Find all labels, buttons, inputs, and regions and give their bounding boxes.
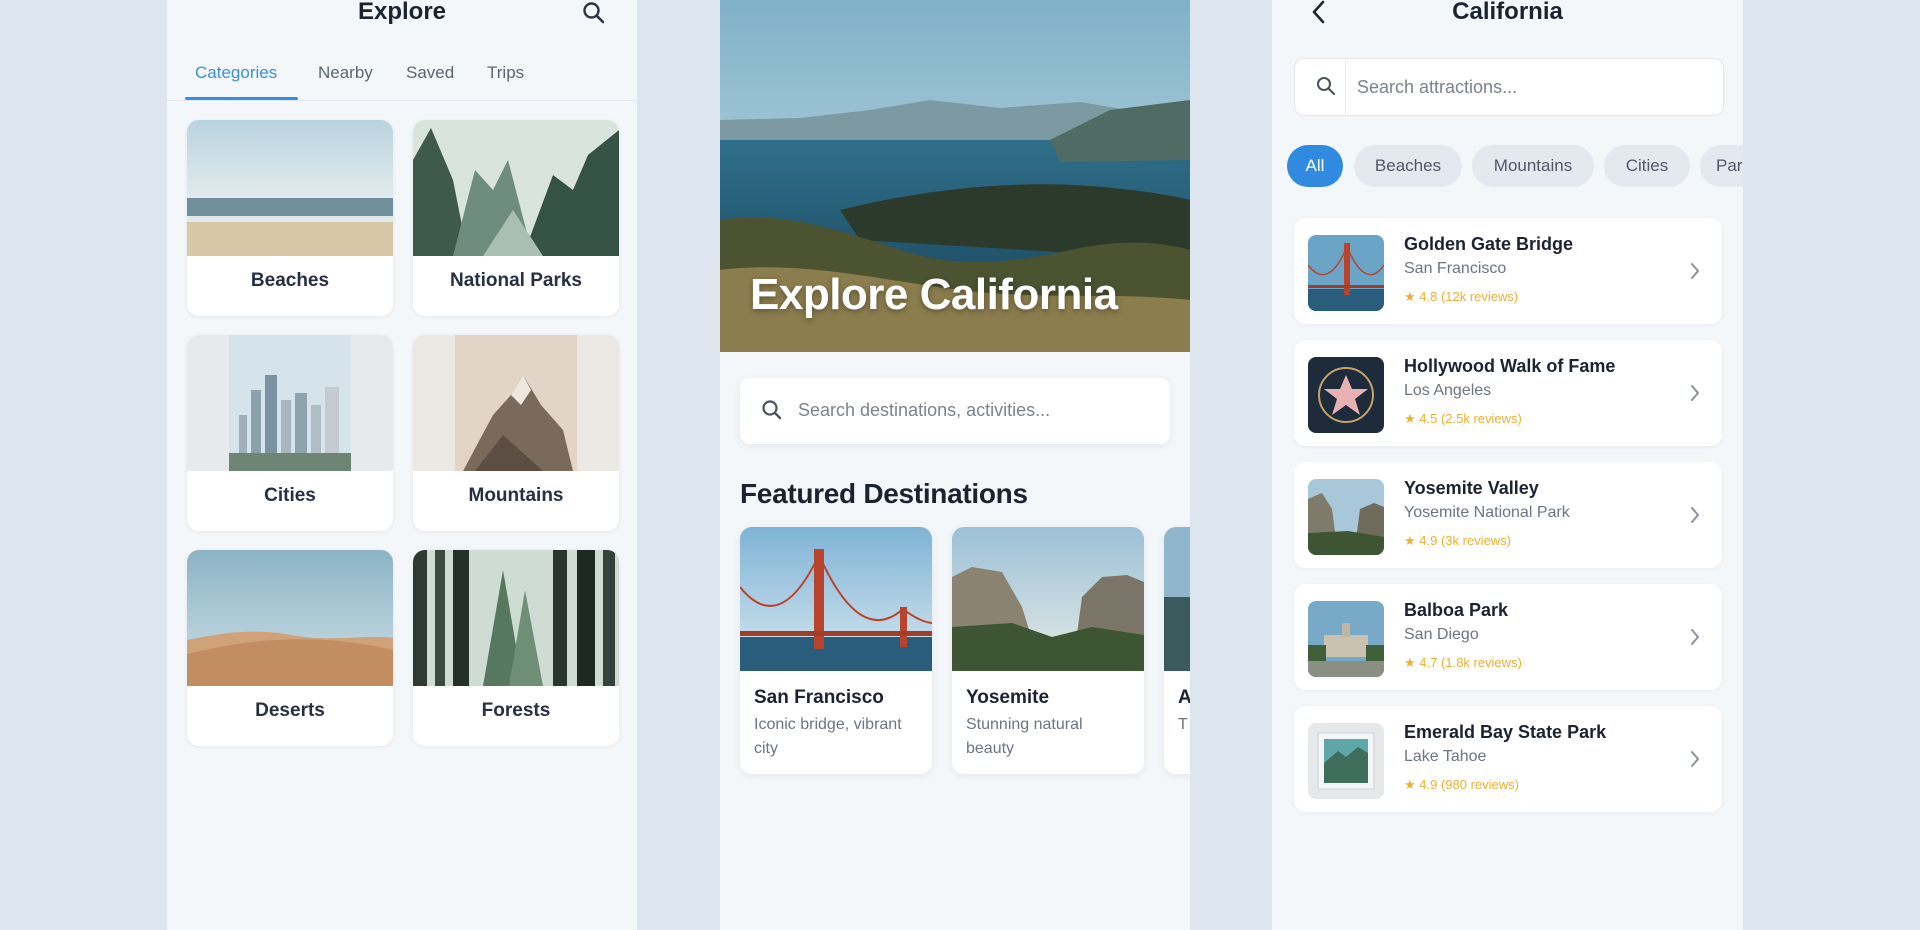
- search-icon[interactable]: [581, 0, 607, 26]
- cities-image: [187, 335, 393, 471]
- attraction-location: San Francisco: [1404, 260, 1507, 277]
- category-label: Forests: [481, 700, 551, 721]
- attraction-name: Hollywood Walk of Fame: [1404, 356, 1616, 376]
- category-card-beaches[interactable]: Beaches: [187, 120, 393, 316]
- destination-description: Stunning natural beauty: [966, 716, 1083, 757]
- attraction-rating: ★ 4.9 (980 reviews): [1404, 777, 1519, 792]
- golden-gate-image: [740, 527, 932, 671]
- attraction-rating: ★ 4.8 (12k reviews): [1404, 289, 1519, 304]
- emerald-bay-thumbnail: [1308, 723, 1384, 799]
- attraction-name: Balboa Park: [1404, 600, 1509, 620]
- filter-chip-beaches[interactable]: Beaches: [1354, 145, 1462, 187]
- category-card-forests[interactable]: Forests: [413, 550, 619, 746]
- destination-name: San Francisco: [754, 687, 884, 708]
- attraction-item-yosemite-valley[interactable]: Yosemite Valley Yosemite National Park ★…: [1294, 462, 1722, 568]
- attraction-location: San Diego: [1404, 626, 1479, 643]
- region-screen: California Search attractions... All Bea…: [1272, 0, 1743, 930]
- attraction-rating: ★ 4.9 (3k reviews): [1404, 533, 1512, 548]
- category-card-mountains[interactable]: Mountains: [413, 335, 619, 531]
- explore-screen: Explore Categories Nearby Saved Trips Be…: [167, 0, 637, 930]
- attraction-item-emerald-bay[interactable]: Emerald Bay State Park Lake Tahoe ★ 4.9 …: [1294, 706, 1722, 812]
- attraction-item-balboa-park[interactable]: Balboa Park San Diego ★ 4.7 (1.8k review…: [1294, 584, 1722, 690]
- attraction-location: Los Angeles: [1404, 382, 1492, 399]
- attraction-name: Golden Gate Bridge: [1404, 234, 1574, 254]
- chevron-right-icon: [1691, 507, 1699, 523]
- category-label: Mountains: [468, 485, 564, 506]
- forests-image: [413, 550, 619, 686]
- search-placeholder: Search attractions...: [1357, 77, 1518, 97]
- beach-image: [187, 120, 393, 256]
- filter-chip-all[interactable]: All: [1287, 145, 1343, 187]
- tab-nearby[interactable]: Nearby: [318, 63, 373, 83]
- hero-banner: Explore California: [720, 0, 1190, 352]
- tab-trips[interactable]: Trips: [487, 63, 524, 83]
- destination-card-partial[interactable]: A T a: [1164, 527, 1190, 774]
- hollywood-star-thumbnail: [1308, 357, 1384, 433]
- destination-description: Iconic bridge, vibrant city: [754, 716, 902, 757]
- section-title: Featured Destinations: [740, 478, 1028, 509]
- destination-search-input[interactable]: Search destinations, activities...: [740, 378, 1170, 444]
- attraction-item-hollywood[interactable]: Hollywood Walk of Fame Los Angeles ★ 4.5…: [1294, 340, 1722, 446]
- tab-categories[interactable]: Categories: [195, 63, 277, 83]
- category-label: Beaches: [250, 270, 330, 291]
- destination-card-yosemite[interactable]: Yosemite Stunning natural beauty: [952, 527, 1144, 774]
- search-placeholder: Search destinations, activities...: [798, 400, 1051, 420]
- attraction-search-input[interactable]: Search attractions...: [1294, 58, 1724, 116]
- chevron-right-icon: [1691, 629, 1699, 645]
- attraction-location: Yosemite National Park: [1404, 504, 1570, 521]
- chevron-right-icon: [1691, 263, 1699, 279]
- hero-title: Explore California: [750, 270, 1118, 319]
- yosemite-thumbnail: [1308, 479, 1384, 555]
- category-label: National Parks: [450, 270, 582, 291]
- filter-chip-parks[interactable]: Par: [1700, 145, 1743, 187]
- destination-name: Yosemite: [966, 687, 1050, 708]
- yosemite-image: [952, 527, 1144, 671]
- attraction-rating: ★ 4.7 (1.8k reviews): [1404, 655, 1522, 670]
- category-card-cities[interactable]: Cities: [187, 335, 393, 531]
- destination-image: [1164, 527, 1190, 671]
- category-card-national-parks[interactable]: National Parks: [413, 120, 619, 316]
- attraction-rating: ★ 4.5 (2.5k reviews): [1404, 411, 1522, 426]
- filter-chip-cities[interactable]: Cities: [1604, 145, 1690, 187]
- search-icon: [1317, 77, 1336, 96]
- attraction-location: Lake Tahoe: [1404, 748, 1487, 765]
- page-title: California: [1452, 0, 1563, 25]
- active-tab-indicator: [185, 97, 298, 100]
- deserts-image: [187, 550, 393, 686]
- destination-card-san-francisco[interactable]: San Francisco Iconic bridge, vibrant cit…: [740, 527, 932, 774]
- balboa-park-thumbnail: [1308, 601, 1384, 677]
- search-divider: [1345, 59, 1346, 115]
- category-label: Cities: [264, 485, 316, 506]
- golden-gate-thumbnail: [1308, 235, 1384, 311]
- category-card-deserts[interactable]: Deserts: [187, 550, 393, 746]
- mountains-image: [413, 335, 619, 471]
- page-title: Explore: [357, 0, 447, 25]
- search-icon: [762, 400, 782, 420]
- attraction-name: Emerald Bay State Park: [1404, 722, 1607, 742]
- attraction-name: Yosemite Valley: [1404, 478, 1539, 498]
- tab-bar: Categories Nearby Saved Trips: [167, 55, 637, 101]
- destination-description: T a: [1178, 716, 1190, 733]
- filter-chip-mountains[interactable]: Mountains: [1472, 145, 1594, 187]
- tab-saved[interactable]: Saved: [406, 63, 454, 83]
- chevron-right-icon: [1691, 385, 1699, 401]
- header: Explore: [167, 0, 637, 55]
- home-screen: Explore California Search destinations, …: [720, 0, 1190, 930]
- national-parks-image: [413, 120, 619, 256]
- category-label: Deserts: [255, 700, 325, 721]
- destination-name: A: [1178, 687, 1190, 708]
- chevron-right-icon: [1691, 751, 1699, 767]
- attraction-item-golden-gate[interactable]: Golden Gate Bridge San Francisco ★ 4.8 (…: [1294, 218, 1722, 324]
